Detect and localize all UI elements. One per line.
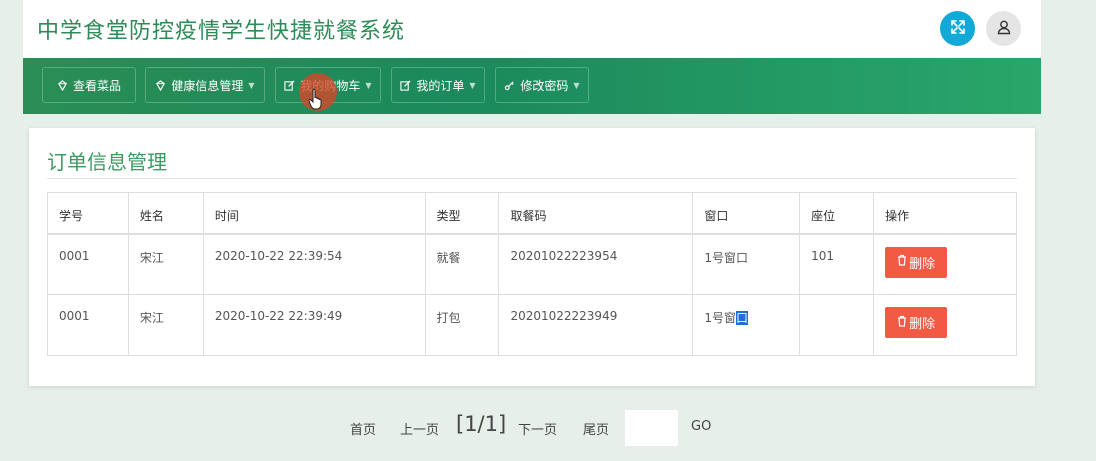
window-text-part: 1号窗 (704, 311, 736, 325)
page-number-input[interactable] (625, 410, 678, 446)
key-icon (504, 80, 515, 91)
current-page-indicator: [1/1] (456, 412, 507, 436)
nav-my-cart[interactable]: 我的购物车 ▼ (275, 67, 381, 103)
delete-button[interactable]: 删除 (885, 246, 948, 278)
panel-title: 订单信息管理 (47, 150, 167, 174)
trash-icon (897, 254, 907, 270)
column-header: 座位 (799, 192, 875, 235)
cell-name: 宋江 (127, 294, 204, 356)
cell-window: 1号窗口 (692, 233, 801, 295)
cell-type: 就餐 (424, 233, 500, 295)
cell-action: 删除 (873, 294, 1017, 356)
prev-page-link[interactable]: 上一页 (400, 419, 439, 438)
cell-window: 1号窗口 (692, 294, 801, 356)
column-header: 取餐码 (498, 192, 694, 235)
nav-view-dishes[interactable]: 查看菜品 (42, 67, 136, 103)
fullscreen-button[interactable] (940, 11, 975, 46)
nav-change-password[interactable]: 修改密码 ▼ (495, 67, 589, 103)
table-header-row: 学号 姓名 时间 类型 取餐码 窗口 座位 操作 (47, 192, 1017, 235)
edit-icon (400, 79, 411, 91)
go-button[interactable]: GO (691, 419, 711, 434)
pagination: 首页 上一页 [1/1] 下一页 尾页 GO (0, 409, 1096, 447)
chevron-down-icon: ▼ (469, 80, 476, 90)
cell-name: 宋江 (127, 233, 204, 295)
text-selection: 口 (735, 311, 748, 325)
orders-table: 学号 姓名 时间 类型 取餐码 窗口 座位 操作 0001 宋江 2020-10… (47, 192, 1017, 356)
cell-time: 2020-10-22 22:39:54 (202, 233, 426, 295)
gem-icon (155, 79, 166, 91)
chevron-down-icon: ▼ (365, 80, 372, 90)
column-header: 窗口 (692, 192, 801, 235)
delete-label: 删除 (909, 317, 936, 332)
user-icon (996, 19, 1012, 39)
delete-button[interactable]: 删除 (885, 307, 948, 338)
expand-arrows-icon (950, 19, 966, 39)
cell-action: 删除 (873, 233, 1017, 295)
table-row: 0001 宋江 2020-10-22 22:39:54 就餐 202010222… (47, 233, 1017, 295)
app-title: 中学食堂防控疫情学生快捷就餐系统 (37, 19, 406, 44)
delete-label: 删除 (909, 256, 936, 272)
column-header: 操作 (873, 192, 1017, 235)
column-header: 学号 (47, 192, 129, 235)
nav-health-info[interactable]: 健康信息管理 ▼ (145, 67, 265, 103)
divider (47, 178, 1017, 179)
column-header: 姓名 (127, 192, 204, 235)
cell-pickup-code: 20201022223954 (498, 233, 694, 295)
cell-student-id: 0001 (47, 233, 129, 295)
edit-icon (284, 79, 295, 91)
nav-my-orders[interactable]: 我的订单 ▼ (391, 67, 485, 103)
cell-student-id: 0001 (47, 294, 129, 356)
table-row: 0001 宋江 2020-10-22 22:39:49 打包 202010222… (47, 294, 1017, 356)
chevron-down-icon: ▼ (248, 80, 255, 90)
cell-pickup-code: 20201022223949 (498, 294, 694, 356)
first-page-link[interactable]: 首页 (350, 419, 376, 438)
orders-panel: 订单信息管理 学号 姓名 时间 类型 取餐码 窗口 座位 操作 0001 宋江 … (29, 128, 1035, 386)
nav-label: 修改密码 (520, 78, 569, 93)
cell-seat (799, 294, 875, 356)
cell-seat: 101 (799, 233, 875, 295)
main-navbar: 查看菜品 健康信息管理 ▼ 我的购物车 ▼ 我的订单 ▼ 修改密码 ▼ (23, 58, 1041, 114)
last-page-link[interactable]: 尾页 (583, 419, 609, 438)
header-bar: 中学食堂防控疫情学生快捷就餐系统 (23, 0, 1041, 58)
window-text: 1号窗口 (704, 311, 748, 325)
trash-icon (897, 315, 907, 331)
cell-time: 2020-10-22 22:39:49 (202, 294, 426, 356)
column-header: 时间 (202, 192, 426, 235)
cell-type: 打包 (424, 294, 500, 356)
nav-label: 健康信息管理 (171, 78, 244, 93)
nav-label: 查看菜品 (72, 78, 121, 93)
nav-label: 我的订单 (416, 78, 465, 93)
user-button[interactable] (986, 11, 1021, 46)
gem-icon (57, 79, 68, 91)
nav-label: 我的购物车 (300, 78, 361, 93)
next-page-link[interactable]: 下一页 (518, 419, 557, 438)
column-header: 类型 (424, 192, 500, 235)
chevron-down-icon: ▼ (573, 80, 580, 90)
